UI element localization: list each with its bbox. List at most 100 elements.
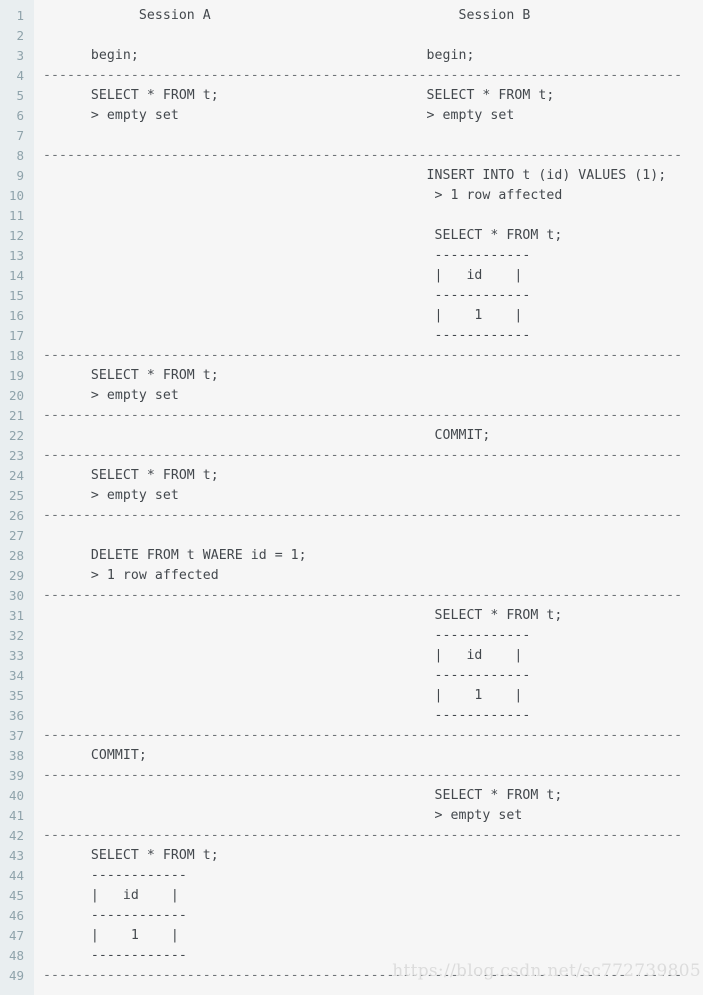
line-number: 6 <box>16 108 24 123</box>
line-number: 15 <box>8 288 24 303</box>
separator-rule-line: ----------------------------------------… <box>43 968 683 983</box>
code-line: | 1 | <box>43 928 179 943</box>
code-line: COMMIT; <box>43 428 491 443</box>
separator-rule-line: ----------------------------------------… <box>43 408 683 423</box>
line-number: 49 <box>8 968 24 983</box>
line-number: 13 <box>8 248 24 263</box>
code-line: ------------ <box>43 328 531 343</box>
code-line: | 1 | <box>43 688 523 703</box>
separator-rule-line: ----------------------------------------… <box>43 148 683 163</box>
separator-rule-line: ----------------------------------------… <box>43 728 683 743</box>
code-line: | 1 | <box>43 308 523 323</box>
code-line: INSERT INTO t (id) VALUES (1); <box>43 168 667 183</box>
line-number: 21 <box>8 408 24 423</box>
line-number: 29 <box>8 568 24 583</box>
code-line: | id | <box>43 648 523 663</box>
line-number: 41 <box>8 808 24 823</box>
line-number: 36 <box>8 708 24 723</box>
line-number: 9 <box>16 168 24 183</box>
line-number: 20 <box>8 388 24 403</box>
code-line: > empty set <box>43 388 179 403</box>
line-number: 23 <box>8 448 24 463</box>
code-line: > 1 row affected <box>43 188 563 203</box>
line-number: 8 <box>16 148 24 163</box>
line-number: 37 <box>8 728 24 743</box>
code-line: ------------ <box>43 248 531 263</box>
line-number: 31 <box>8 608 24 623</box>
line-number: 11 <box>8 208 24 223</box>
line-number: 16 <box>8 308 24 323</box>
line-number: 33 <box>8 648 24 663</box>
code-line: > 1 row affected <box>43 568 219 583</box>
code-line: ------------ <box>43 708 531 723</box>
code-line: SELECT * FROM t; <box>43 608 563 623</box>
line-number: 26 <box>8 508 24 523</box>
code-line: > empty set <box>43 808 523 823</box>
code-line: SELECT * FROM t; <box>43 228 563 243</box>
code-line: ------------ <box>43 868 187 883</box>
line-number: 4 <box>16 68 24 83</box>
code-line: | id | <box>43 888 179 903</box>
separator-rule-line: ----------------------------------------… <box>43 508 683 523</box>
code-line: SELECT * FROM t; <box>43 368 219 383</box>
line-number: 28 <box>8 548 24 563</box>
line-number: 38 <box>8 748 24 763</box>
line-number: 17 <box>8 328 24 343</box>
code-line: SELECT * FROM t; SELECT * FROM t; <box>43 88 555 103</box>
line-number: 40 <box>8 788 24 803</box>
line-number: 39 <box>8 768 24 783</box>
line-number: 25 <box>8 488 24 503</box>
line-number: 1 <box>16 8 24 23</box>
line-number: 44 <box>8 868 24 883</box>
separator-rule-line: ----------------------------------------… <box>43 448 683 463</box>
code-line: ------------ <box>43 948 187 963</box>
line-number: 47 <box>8 928 24 943</box>
line-number: 24 <box>8 468 24 483</box>
line-number: 2 <box>16 28 24 43</box>
line-number: 7 <box>16 128 24 143</box>
separator-rule-line: ----------------------------------------… <box>43 588 683 603</box>
line-number: 48 <box>8 948 24 963</box>
code-line: > empty set > empty set <box>43 108 515 123</box>
line-number: 5 <box>16 88 24 103</box>
line-number: 18 <box>8 348 24 363</box>
line-number: 27 <box>8 528 24 543</box>
code-line: Session A Session B <box>43 8 531 23</box>
line-number: 10 <box>8 188 24 203</box>
separator-rule-line: ----------------------------------------… <box>43 68 683 83</box>
line-number-gutter: 1 2 3 4 5 6 7 8 9 10 11 12 13 14 15 16 17 18 19 20 21 22 23 24 2… <box>0 0 34 995</box>
line-number: 30 <box>8 588 24 603</box>
separator-rule-line: ----------------------------------------… <box>43 348 683 363</box>
line-number: 12 <box>8 228 24 243</box>
code-line: ------------ <box>43 628 531 643</box>
line-number: 45 <box>8 888 24 903</box>
code-line: SELECT * FROM t; <box>43 468 219 483</box>
code-line: | id | <box>43 268 523 283</box>
code-line: SELECT * FROM t; <box>43 848 219 863</box>
code-line: SELECT * FROM t; <box>43 788 563 803</box>
line-number: 14 <box>8 268 24 283</box>
line-number: 3 <box>16 48 24 63</box>
line-number: 46 <box>8 908 24 923</box>
code-line: COMMIT; <box>43 748 147 763</box>
code-line: begin; begin; <box>43 48 475 63</box>
separator-rule-line: ----------------------------------------… <box>43 768 683 783</box>
code-line: ------------ <box>43 288 531 303</box>
code-block[interactable]: 1 2 3 4 5 6 7 8 9 10 11 12 13 14 15 16 17 18 19 20 21 22 23 24 2… <box>0 0 703 995</box>
code-line: DELETE FROM t WAERE id = 1; <box>43 548 307 563</box>
line-number: 32 <box>8 628 24 643</box>
line-number: 43 <box>8 848 24 863</box>
code-line: > empty set <box>43 488 179 503</box>
code-content-area[interactable]: Session A Session B begin; begin; -------… <box>35 0 703 995</box>
line-number: 19 <box>8 368 24 383</box>
line-number: 34 <box>8 668 24 683</box>
line-number: 22 <box>8 428 24 443</box>
line-number: 35 <box>8 688 24 703</box>
code-line: ------------ <box>43 908 187 923</box>
separator-rule-line: ----------------------------------------… <box>43 828 683 843</box>
line-number: 42 <box>8 828 24 843</box>
